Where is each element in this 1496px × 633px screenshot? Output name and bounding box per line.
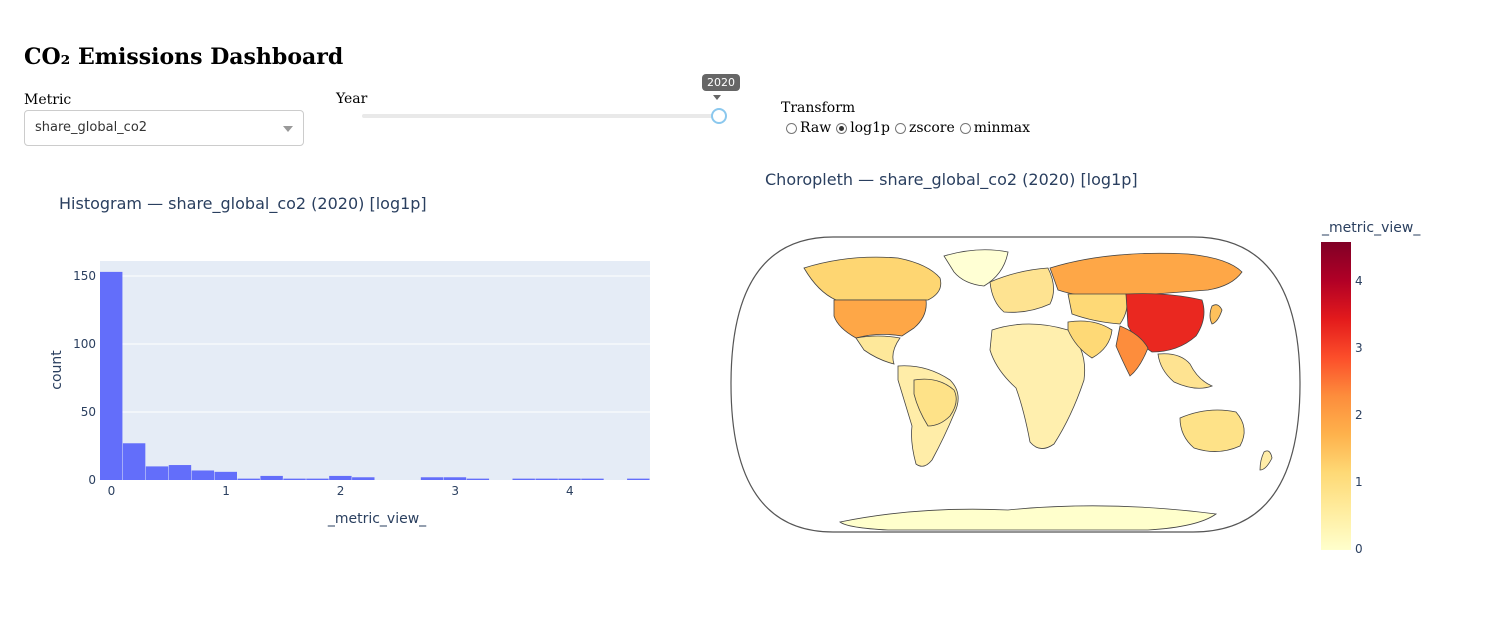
- histogram-bar[interactable]: [466, 478, 490, 480]
- histogram-bar[interactable]: [122, 443, 146, 480]
- histogram-x-tick-label: 1: [222, 484, 230, 498]
- transform-option-log1p[interactable]: log1p: [836, 120, 890, 136]
- histogram-x-axis-title: _metric_view_: [327, 511, 427, 527]
- colorbar-gradient: [1321, 242, 1351, 550]
- histogram-bar[interactable]: [100, 271, 123, 480]
- histogram-bar[interactable]: [260, 475, 283, 480]
- histogram-bar[interactable]: [558, 478, 581, 480]
- histogram-plot-area: [100, 261, 650, 480]
- histogram-bar[interactable]: [581, 478, 604, 480]
- year-label: Year: [336, 91, 368, 107]
- chevron-down-icon[interactable]: [283, 126, 293, 132]
- histogram-bar[interactable]: [627, 478, 650, 480]
- year-slider-handle[interactable]: [711, 108, 727, 124]
- histogram-bar[interactable]: [512, 478, 535, 480]
- histogram-y-tick-label: 150: [73, 269, 96, 283]
- year-slider-track[interactable]: [362, 114, 718, 118]
- histogram-y-ticks: 0 50 100 150: [73, 269, 96, 487]
- histogram-x-ticks: 0 1 2 3 4: [108, 484, 574, 498]
- histogram-bar[interactable]: [443, 477, 467, 480]
- histogram-bar[interactable]: [145, 466, 169, 480]
- radio-minmax[interactable]: [959, 122, 971, 134]
- histogram-bar[interactable]: [352, 477, 375, 480]
- histogram-bar[interactable]: [168, 465, 192, 480]
- histogram-x-tick-label: 2: [337, 484, 345, 498]
- histogram-bar[interactable]: [283, 478, 306, 480]
- transform-option-minmax[interactable]: minmax: [959, 120, 1031, 136]
- colorbar-tick-label: 4: [1355, 274, 1363, 289]
- metric-label: Metric: [24, 92, 72, 108]
- transform-option-raw[interactable]: Raw: [786, 120, 831, 136]
- histogram-y-axis-title: count: [49, 350, 65, 390]
- transform-label: Transform: [781, 100, 856, 116]
- histogram-x-tick-label: 3: [451, 484, 459, 498]
- colorbar-tick-label: 2: [1355, 408, 1363, 423]
- radio-minmax-label: minmax: [973, 120, 1031, 136]
- colorbar-tick-label: 0: [1355, 542, 1363, 556]
- histogram-bar[interactable]: [191, 470, 215, 480]
- transform-radio-group: Raw log1p zscore minmax: [786, 120, 1033, 136]
- histogram-bar[interactable]: [214, 471, 237, 480]
- choropleth-title: Choropleth — share_global_co2 (2020) [lo…: [765, 170, 1138, 189]
- radio-log1p-label: log1p: [850, 120, 890, 136]
- radio-raw[interactable]: [786, 122, 797, 134]
- colorbar-tick-label: 1: [1355, 475, 1363, 490]
- histogram-bar[interactable]: [306, 478, 329, 480]
- histogram-title: Histogram — share_global_co2 (2020) [log…: [59, 194, 427, 213]
- year-tooltip-arrow: [713, 95, 721, 100]
- histogram-bar[interactable]: [420, 477, 444, 480]
- histogram-bar[interactable]: [237, 478, 260, 480]
- histogram-y-tick-label: 50: [81, 405, 96, 419]
- histogram-x-tick-label: 0: [108, 484, 116, 498]
- choropleth-map[interactable]: [728, 230, 1303, 540]
- histogram-y-tick-label: 100: [73, 337, 96, 351]
- metric-dropdown[interactable]: share_global_co2: [24, 110, 304, 146]
- histogram-bar[interactable]: [535, 478, 558, 480]
- colorbar-tick-label: 3: [1355, 341, 1363, 356]
- histogram-bar[interactable]: [329, 475, 352, 480]
- radio-zscore-label: zscore: [908, 120, 955, 136]
- radio-log1p[interactable]: [836, 122, 848, 134]
- page-title: CO₂ Emissions Dashboard: [24, 44, 344, 70]
- transform-option-zscore[interactable]: zscore: [894, 120, 955, 136]
- colorbar-title: _metric_view_: [1322, 220, 1421, 236]
- histogram-x-tick-label: 4: [566, 484, 574, 498]
- metric-selected-value: share_global_co2: [35, 120, 148, 135]
- year-tooltip: 2020: [702, 74, 740, 91]
- radio-raw-label: Raw: [800, 120, 832, 136]
- histogram-chart[interactable]: 0 1 2 3 4 0 50 100 150 _metric_view_ count: [0, 240, 700, 540]
- histogram-y-tick-label: 0: [88, 473, 96, 487]
- radio-zscore[interactable]: [894, 122, 906, 134]
